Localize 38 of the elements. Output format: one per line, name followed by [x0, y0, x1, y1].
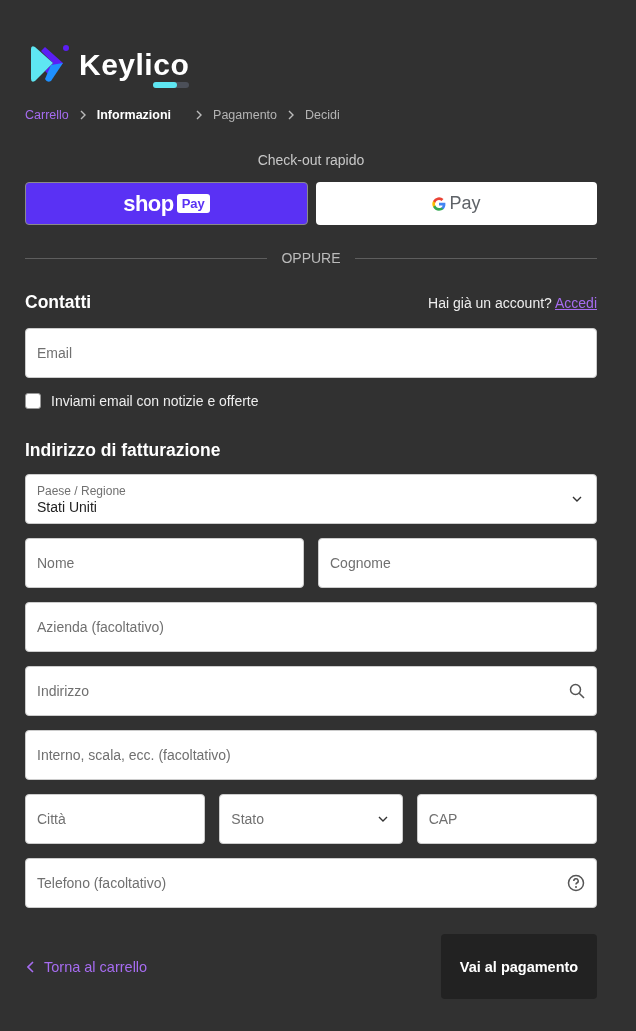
breadcrumb-item[interactable]: Informazioni	[96, 108, 186, 122]
chevron-right-icon	[79, 110, 86, 120]
search-icon	[569, 683, 585, 699]
chevron-down-icon	[572, 496, 582, 502]
brand-underline	[153, 82, 190, 88]
shop-pay-button[interactable]: shop Pay	[25, 182, 308, 225]
brand-name: Keylico	[79, 48, 190, 82]
input-field[interactable]: Interno, scala, ecc. (facoltativo)	[25, 730, 597, 780]
chevron-down-icon	[377, 816, 388, 822]
divider-label: OPPURE	[281, 250, 341, 266]
google-g-icon	[432, 196, 447, 211]
email-field[interactable]: Email	[25, 328, 597, 378]
continue-button[interactable]: Vai al pagamento	[441, 934, 597, 999]
chevron-right-icon	[288, 110, 294, 120]
input-field[interactable]: Nome	[25, 538, 304, 588]
breadcrumb-item[interactable]: Pagamento	[213, 108, 277, 122]
input-field[interactable]: CAP	[416, 794, 597, 844]
breadcrumb-item[interactable]: Carrello	[25, 108, 69, 122]
help-icon	[567, 874, 585, 892]
checkbox-label: Inviami email con notizie e offerte	[51, 393, 259, 409]
back-link[interactable]: Torna al carrello	[27, 958, 148, 975]
select-field[interactable]: Stato	[219, 794, 403, 844]
checkbox[interactable]	[25, 393, 41, 409]
account-prompt: Hai già un account? Accedi	[428, 294, 597, 311]
section-heading: Contatti	[25, 292, 92, 313]
breadcrumb-item[interactable]: Decidi	[305, 108, 340, 122]
login-link[interactable]: Accedi	[554, 294, 597, 311]
input-field[interactable]: Cognome	[318, 538, 597, 588]
input-field[interactable]: Telefono (facoltativo)	[25, 858, 597, 908]
input-field[interactable]: Città	[25, 794, 206, 844]
express-checkout-title: Check-out rapido	[256, 152, 366, 168]
section-heading: Indirizzo di fatturazione	[25, 440, 222, 461]
google-pay-button[interactable]: Pay	[316, 182, 597, 225]
input-field[interactable]: Indirizzo	[25, 666, 597, 716]
chevron-right-icon	[196, 110, 203, 120]
input-field[interactable]: Azienda (facoltativo)	[25, 602, 597, 652]
select-field[interactable]: Paese / Regione Stati Uniti	[25, 474, 597, 524]
chevron-left-icon	[27, 960, 34, 973]
